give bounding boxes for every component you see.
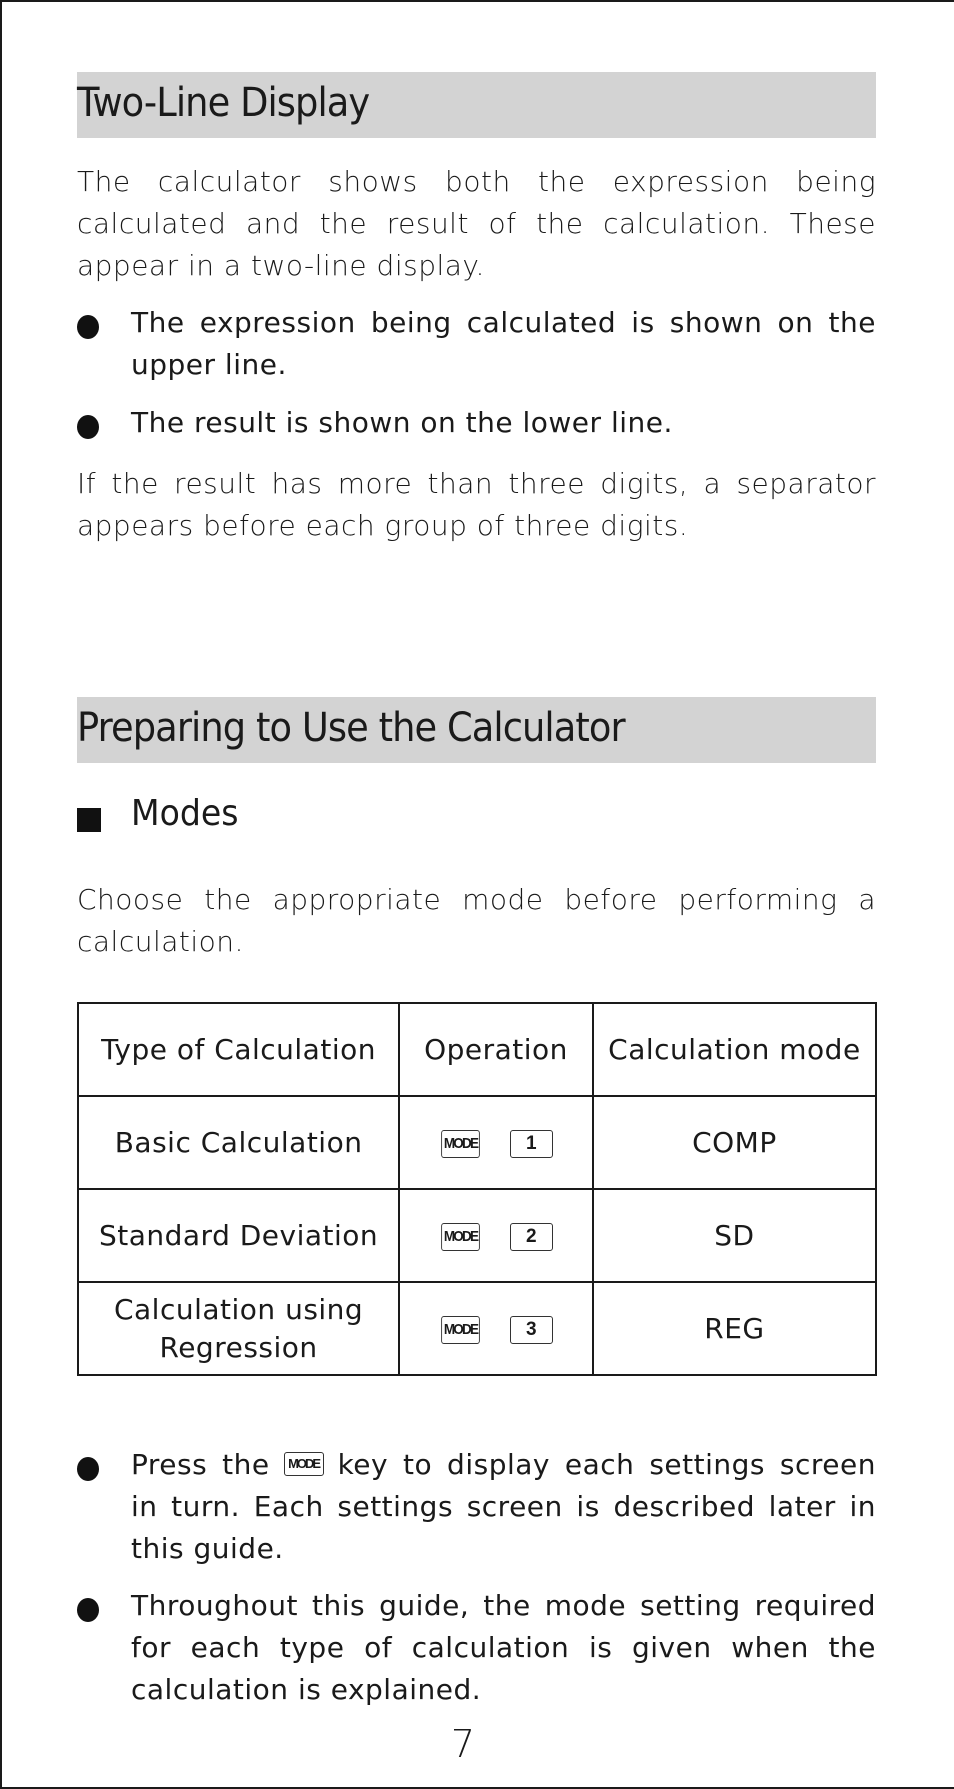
separator-paragraph: If the result has more than three digits… [77, 467, 876, 542]
table-row: Standard Deviation MODE 2 SD [76, 1188, 878, 1283]
operation-cell: MODE 2 [398, 1188, 594, 1283]
bullet-icon [77, 1457, 99, 1481]
bullet-icon [77, 415, 99, 439]
header-cell: Calculation mode [591, 1002, 878, 1097]
number-key-icon: 1 [510, 1129, 553, 1158]
bullet-icon [77, 1598, 99, 1622]
table-header-row: Type of Calculation Operation Calculatio… [76, 1002, 878, 1097]
header-cell: Type of Calculation [76, 1002, 401, 1097]
type-cell: Calculation using Regression [76, 1281, 401, 1376]
bullet-text: Press the MODE key to display each setting… [131, 1444, 876, 1570]
section-title: Preparing to Use the Calculator [77, 705, 626, 751]
bullet-text: The expression being calculated is shown… [131, 306, 876, 381]
intro-paragraph: The calculator shows both the expression… [77, 165, 876, 282]
page-number: 7 [450, 1722, 476, 1766]
type-cell: Basic Calculation [76, 1095, 401, 1190]
mode-cell: REG [591, 1281, 878, 1376]
section-title: Two-Line Display [77, 80, 370, 126]
header-cell: Operation [398, 1002, 594, 1097]
mode-cell: SD [591, 1188, 878, 1283]
table-row: Basic Calculation MODE 1 COMP [76, 1095, 878, 1190]
table-row: Calculation using Regression MODE 3 REG [76, 1281, 878, 1376]
number-key-icon: 2 [510, 1222, 553, 1251]
bullet-text-start: Press the [131, 1448, 270, 1481]
modes-intro-paragraph: Choose the appropriate mode before perfo… [77, 883, 876, 958]
mode-key-icon: MODE [441, 1315, 480, 1344]
mode-cell: COMP [591, 1095, 878, 1190]
type-cell: Standard Deviation [76, 1188, 401, 1283]
operation-cell: MODE 3 [398, 1281, 594, 1376]
bullet-icon [77, 315, 99, 339]
mode-key-icon: MODE [441, 1129, 480, 1158]
bullet-text: Throughout this guide, the mode setting … [131, 1589, 876, 1706]
section-header-preparing: Preparing to Use the Calculator [77, 697, 876, 763]
square-bullet-icon [77, 808, 101, 832]
number-key-icon: 3 [510, 1315, 553, 1344]
subsection-title: Modes [131, 793, 239, 834]
mode-key-icon: MODE [441, 1222, 480, 1251]
section-header-two-line-display: Two-Line Display [77, 72, 876, 138]
mode-key-icon: MODE [283, 1452, 324, 1476]
bullet-text: The result is shown on the lower line. [131, 406, 673, 439]
operation-cell: MODE 1 [398, 1095, 594, 1190]
modes-table: Type of Calculation Operation Calculatio… [76, 1002, 878, 1376]
